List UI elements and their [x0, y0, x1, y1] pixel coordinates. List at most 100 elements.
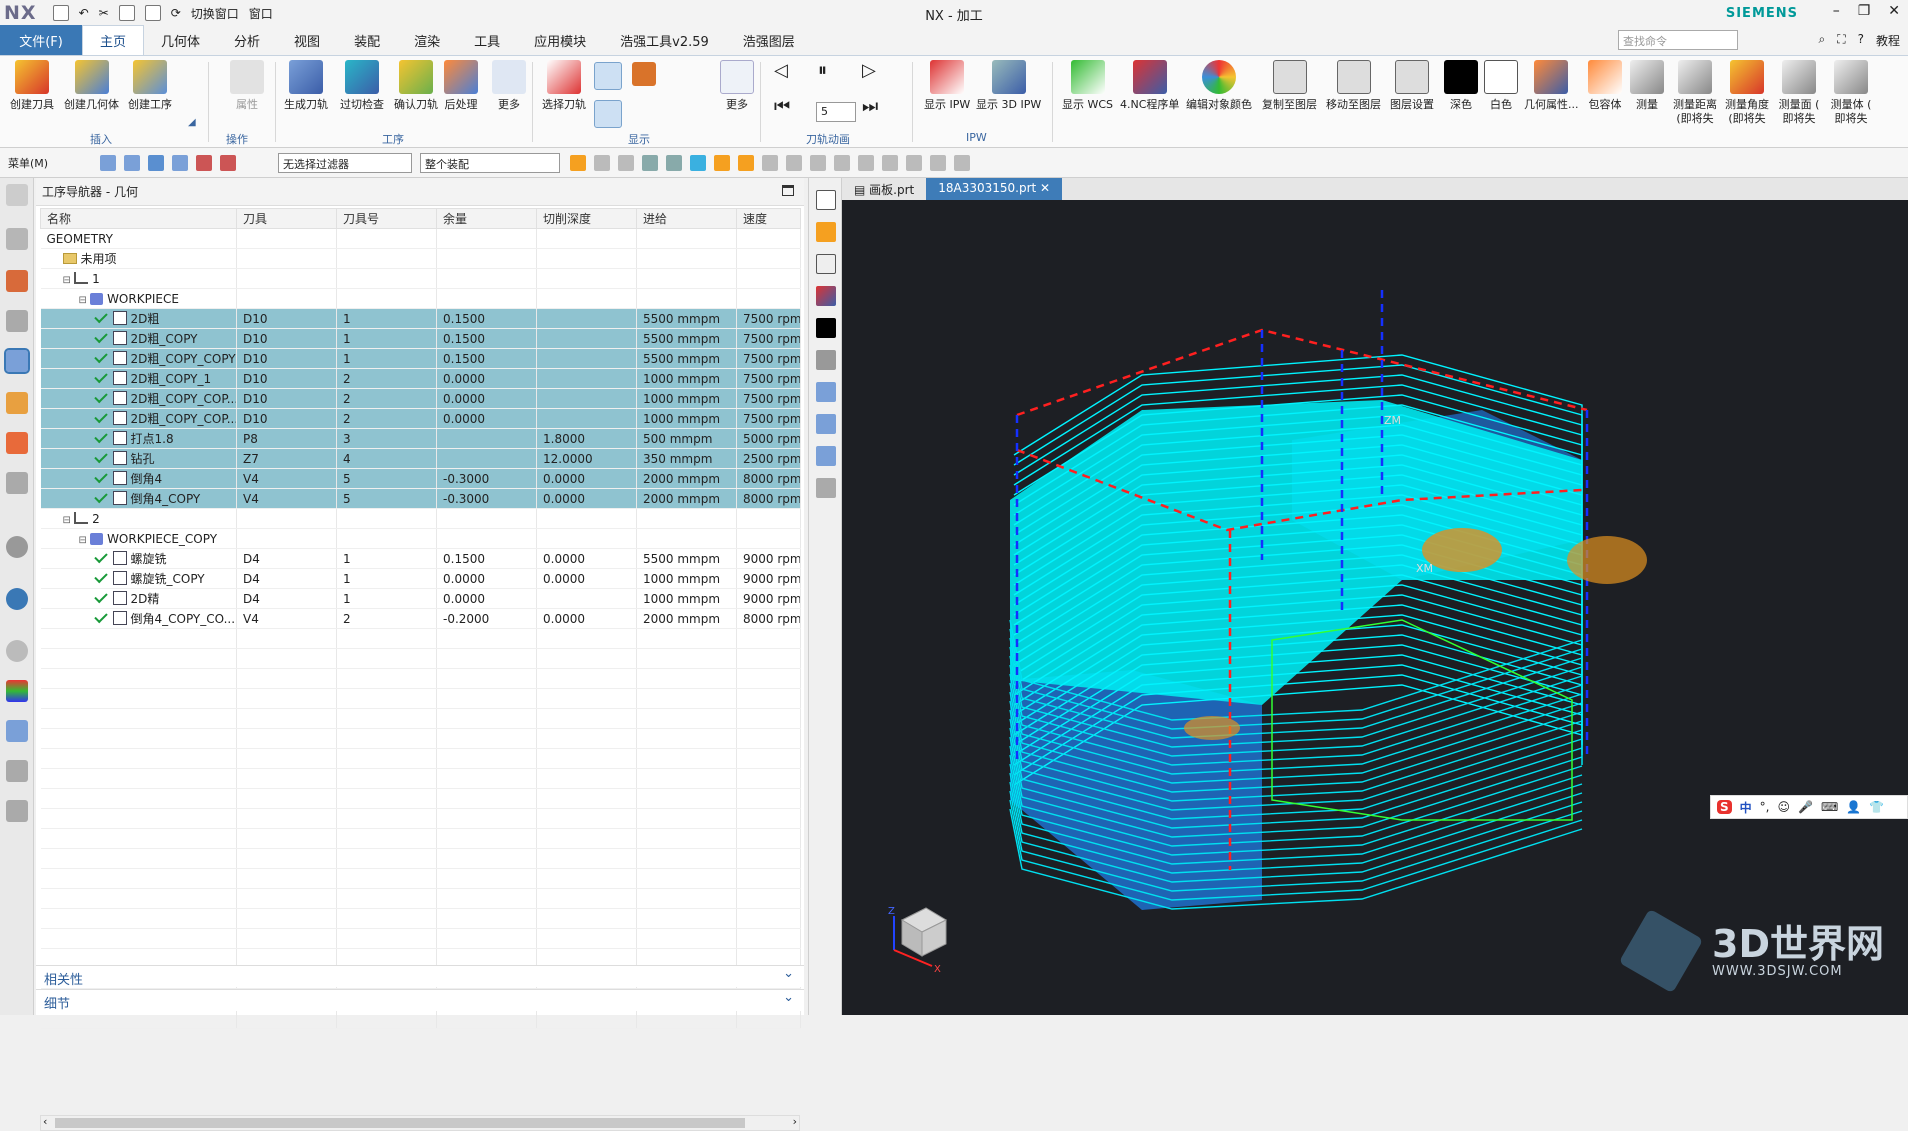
layer-settings-button[interactable]: 图层设置 [1390, 60, 1434, 112]
move-layer-button[interactable]: 移动至图层 [1326, 60, 1381, 112]
operation-navigator-icon[interactable] [4, 348, 30, 374]
tab-analysis[interactable]: 分析 [217, 25, 277, 55]
move-component-icon[interactable] [816, 222, 836, 242]
table-row[interactable]: 打点1.8 P8 3 1.8000 500 mmpm 5000 rpm [40, 428, 801, 449]
snap-icon[interactable] [570, 155, 586, 171]
role-icon[interactable] [6, 800, 28, 822]
search-icon[interactable]: ⌕ [1818, 32, 1825, 49]
anim-speed-select[interactable]: 5 [816, 102, 856, 122]
table-row[interactable]: 2D粗_COPY_COPY D10 1 0.1500 5500 mmpm 7500 rpm [40, 348, 801, 369]
black-bg-icon[interactable] [816, 318, 836, 338]
measure-face-button[interactable]: 测量面 ( 即将失 [1776, 60, 1822, 126]
display-toggle-2[interactable] [594, 100, 622, 132]
snap-quad-icon[interactable] [666, 155, 682, 171]
table-row[interactable]: ⊟ 1 [40, 268, 801, 289]
edit-color-button[interactable]: 编辑对象颜色 [1186, 60, 1252, 112]
web-browser-icon[interactable] [6, 588, 28, 610]
measure-body-button[interactable]: 测量体 ( 即将失 [1828, 60, 1874, 126]
col-tool[interactable]: 刀具 [236, 208, 337, 229]
col-speed[interactable]: 速度 [736, 208, 801, 229]
program-view-icon[interactable] [100, 155, 116, 171]
table-row[interactable]: 螺旋铣_COPY D4 1 0.0000 0.0000 1000 mmpm 9000 rpm [40, 568, 801, 589]
fit-icon[interactable] [834, 155, 850, 171]
more-display-button[interactable]: 更多 [720, 60, 754, 112]
save-view-icon[interactable] [816, 254, 836, 274]
assembly-navigator-icon[interactable] [6, 270, 28, 292]
filter-icon-a[interactable] [196, 155, 212, 171]
tool-library-icon[interactable] [6, 720, 28, 742]
zoom-icon[interactable] [858, 155, 874, 171]
close-button[interactable]: ✕ [1888, 3, 1900, 19]
col-name[interactable]: 名称 [40, 208, 237, 229]
col-cut-depth[interactable]: 切削深度 [536, 208, 637, 229]
menu-button[interactable]: 菜单(M) [8, 155, 48, 171]
maximize-icon[interactable] [782, 185, 794, 196]
palette-icon[interactable] [6, 680, 28, 702]
chevron-down-icon[interactable]: ⌄ [783, 966, 794, 981]
bounding-body-button[interactable]: 包容体 [1588, 60, 1622, 112]
show-3d-ipw-button[interactable]: 显示 3D IPW [976, 60, 1041, 112]
table-row[interactable]: 螺旋铣 D4 1 0.1500 0.0000 5500 mmpm 9000 rpm [40, 548, 801, 569]
clock-icon[interactable] [6, 640, 28, 662]
anim-next-button[interactable]: ▷ [862, 62, 876, 80]
assembly-scope-select[interactable]: 整个装配 [420, 153, 560, 173]
tab-geometry[interactable]: 几何体 [144, 25, 217, 55]
paste-icon[interactable] [144, 5, 161, 21]
anim-prev-button[interactable]: ◁ [774, 62, 788, 80]
machine-navigator-icon[interactable] [6, 392, 28, 414]
table-row[interactable]: 2D粗_COPY_COP... D10 2 0.0000 1000 mmpm 7500 r… [40, 388, 801, 409]
table-row[interactable]: 倒角4_COPY V4 5 -0.3000 0.0000 2000 mmpm 8000 rp… [40, 488, 801, 509]
table-row[interactable]: 2D粗_COPY_COP... D10 2 0.0000 1000 mmpm 7500 r… [40, 408, 801, 429]
tools-icon[interactable] [816, 414, 836, 434]
view-icon[interactable] [738, 155, 754, 171]
show-ipw-button[interactable]: 显示 IPW [924, 60, 970, 112]
anim-start-button[interactable]: ⏮ [774, 98, 790, 116]
col-stock[interactable]: 余量 [436, 208, 537, 229]
settings-icon[interactable] [6, 184, 28, 206]
fullscreen-icon[interactable]: ⛶ [1837, 32, 1845, 49]
tab-view[interactable]: 视图 [277, 25, 337, 55]
cut-icon[interactable]: ✂ [99, 6, 109, 20]
shaded-icon[interactable] [816, 350, 836, 370]
orient-icon[interactable] [810, 155, 826, 171]
insert-menu-icon[interactable]: ◢ [188, 116, 196, 130]
show-wcs-button[interactable]: 显示 WCS [1062, 60, 1113, 112]
table-row[interactable]: 钻孔 Z7 4 12.0000 350 mmpm 2500 rpm [40, 448, 801, 469]
nc-sheet-icon[interactable] [816, 286, 836, 306]
user-icon[interactable]: 👤 [1846, 800, 1861, 814]
tab-applications[interactable]: 应用模块 [517, 25, 603, 55]
anim-end-button[interactable]: ⏭ [862, 98, 878, 116]
chevron-down-icon[interactable]: ⌄ [783, 990, 794, 1005]
reuse-library-icon[interactable] [6, 472, 28, 494]
command-search-input[interactable]: 查找命令 [1618, 30, 1738, 50]
verify-path-button[interactable]: 确认刀轨 [394, 60, 438, 112]
repeat-icon[interactable]: ⟳ [171, 6, 181, 20]
dark-background-button[interactable]: 深色 [1444, 60, 1478, 112]
table-row[interactable]: 2D粗_COPY_1 D10 2 0.0000 1000 mmpm 7500 rpm [40, 368, 801, 389]
scroll-thumb[interactable] [55, 1118, 745, 1128]
scroll-left-icon[interactable]: ‹ [43, 1115, 47, 1128]
ime-mode[interactable]: 中 [1740, 799, 1752, 816]
restore-button[interactable]: ❐ [1858, 3, 1871, 19]
tab-haoqiang-tools[interactable]: 浩强工具v2.59 [603, 25, 726, 55]
clip-icon[interactable] [930, 155, 946, 171]
switch-window-button[interactable]: 切换窗口 [191, 5, 239, 22]
collapse-icon[interactable]: ⊟ [63, 515, 75, 526]
skin-icon[interactable]: 👕 [1869, 800, 1884, 814]
snap-end-icon[interactable] [594, 155, 610, 171]
tool-display-button[interactable] [632, 62, 656, 90]
help-icon[interactable]: ? [1858, 32, 1864, 49]
close-tab-icon[interactable]: ✕ [1036, 181, 1050, 195]
method-view-icon[interactable] [172, 155, 188, 171]
part-navigator-icon[interactable] [6, 228, 28, 250]
generate-path-button[interactable]: 生成刀轨 [284, 60, 328, 112]
table-row[interactable]: ⊟ 2 [40, 508, 801, 529]
anim-pause-button[interactable]: ⏸ [818, 62, 827, 80]
table-row[interactable]: 倒角4 V4 5 -0.3000 0.0000 2000 mmpm 8000 rpm [40, 468, 801, 489]
selection-filter-select[interactable]: 无选择过滤器 [278, 153, 412, 173]
geom-props-button[interactable]: 几何属性... [1524, 60, 1579, 112]
create-operation-button[interactable]: 创建工序 [128, 60, 172, 112]
tab-haoqiang-layers[interactable]: 浩强图层 [726, 25, 812, 55]
file-menu[interactable]: 文件(F) [0, 25, 82, 55]
tab-assembly[interactable]: 装配 [337, 25, 397, 55]
